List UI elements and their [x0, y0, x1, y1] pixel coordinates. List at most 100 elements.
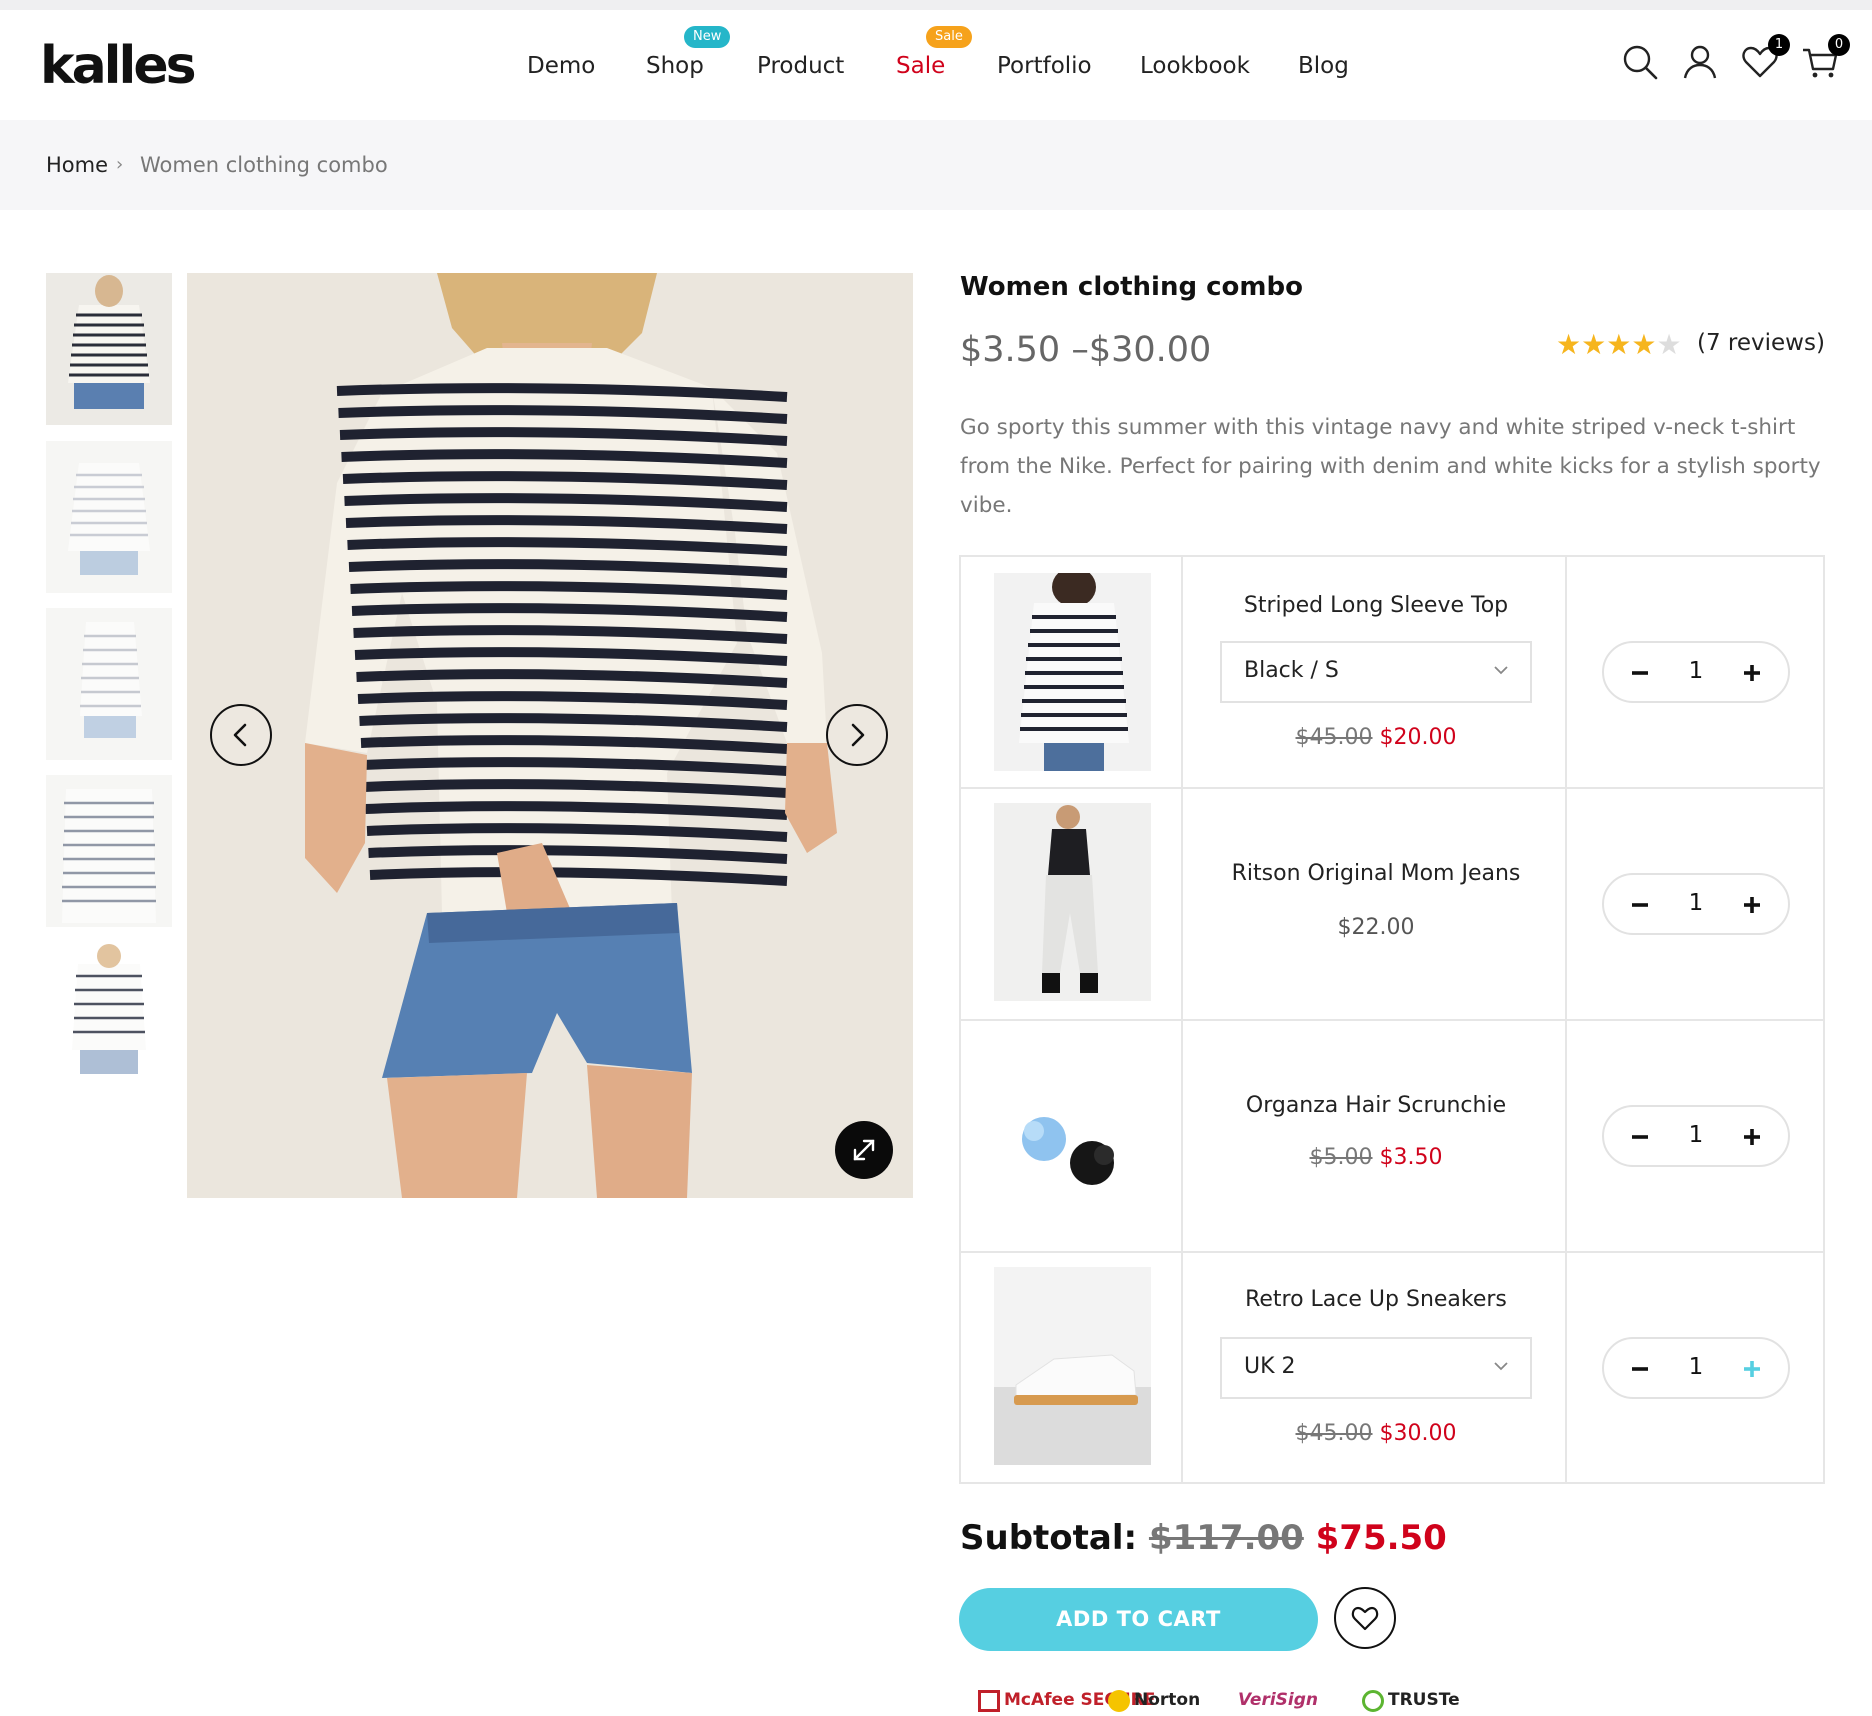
item-image[interactable]	[994, 803, 1151, 1001]
account-icon[interactable]	[1680, 42, 1720, 82]
trust-badge-label: TRUSTe	[1388, 1690, 1460, 1710]
chevron-down-icon	[1494, 1362, 1508, 1371]
cart-icon[interactable]: 0	[1800, 34, 1850, 82]
logo[interactable]: kalles	[40, 36, 197, 96]
plus-button[interactable]	[1730, 1347, 1774, 1391]
thumbnail-3[interactable]	[46, 608, 172, 760]
quantity-value[interactable]: 1	[1668, 890, 1724, 916]
breadcrumb: Home › Women clothing combo	[0, 120, 1872, 210]
sale-price: $3.50	[1379, 1145, 1443, 1170]
thumbnail-1[interactable]	[46, 273, 172, 425]
mcafee-logo-icon	[978, 1690, 1000, 1712]
breadcrumb-separator: ›	[116, 154, 124, 175]
item-image[interactable]	[994, 573, 1151, 771]
old-price: $5.00	[1309, 1145, 1373, 1170]
item-name: Ritson Original Mom Jeans	[1231, 861, 1521, 886]
subtotal-new: $75.50	[1315, 1518, 1447, 1558]
item-price: $45.00 $30.00	[1185, 1421, 1567, 1446]
nav-lookbook[interactable]: Lookbook	[1140, 50, 1250, 82]
quantity-stepper: 1	[1602, 1337, 1790, 1399]
thumbnail-4[interactable]	[46, 775, 172, 927]
chevron-down-icon	[1494, 666, 1508, 675]
divider	[1181, 1253, 1183, 1482]
variant-select[interactable]: Black / S	[1220, 641, 1532, 703]
item-image[interactable]	[994, 1267, 1151, 1465]
add-to-cart-button[interactable]: ADD TO CART	[959, 1588, 1318, 1651]
prev-image-button[interactable]	[210, 704, 272, 766]
trust-badge-truste: TRUSTe	[1362, 1690, 1460, 1716]
sale-price: $20.00	[1379, 725, 1457, 750]
old-price: $45.00	[1295, 725, 1373, 750]
size-select[interactable]: UK 2	[1220, 1337, 1532, 1399]
thumbnail-2[interactable]	[46, 441, 172, 593]
norton-check-icon	[1108, 1690, 1130, 1712]
price-range: $3.50 –$30.00	[960, 330, 1212, 370]
plus-button[interactable]	[1730, 883, 1774, 927]
search-icon[interactable]	[1620, 42, 1660, 82]
breadcrumb-home[interactable]: Home	[46, 152, 108, 178]
trust-badge-label: Norton	[1134, 1690, 1201, 1710]
quantity-stepper: 1	[1602, 1105, 1790, 1167]
combo-row: Retro Lace Up Sneakers UK 2 $45.00 $30.0…	[961, 1253, 1823, 1482]
divider	[1181, 789, 1183, 1019]
subtotal-label: Subtotal:	[960, 1518, 1138, 1558]
plus-button[interactable]	[1730, 651, 1774, 695]
main-product-image[interactable]	[187, 273, 913, 1198]
nav-product[interactable]: Product	[757, 50, 844, 82]
nav-shop[interactable]: Shop New	[646, 26, 731, 82]
nav-portfolio[interactable]: Portfolio	[997, 50, 1092, 82]
item-price: $22.00	[1185, 915, 1567, 940]
item-name: Retro Lace Up Sneakers	[1245, 1287, 1507, 1312]
next-image-button[interactable]	[826, 704, 888, 766]
quantity-value[interactable]: 1	[1668, 658, 1724, 684]
divider	[1565, 789, 1567, 1019]
nav-blog[interactable]: Blog	[1298, 50, 1349, 82]
quantity-value[interactable]: 1	[1668, 1122, 1724, 1148]
item-price: $5.00 $3.50	[1185, 1145, 1567, 1170]
sale-badge: Sale	[926, 26, 972, 48]
nav-sale-label: Sale	[896, 53, 946, 79]
trust-badge-label: VeriSign	[1238, 1690, 1319, 1710]
top-strip	[0, 0, 1872, 10]
minus-button[interactable]	[1618, 1115, 1662, 1159]
add-to-wishlist-button[interactable]	[1334, 1587, 1396, 1649]
minus-button[interactable]	[1618, 883, 1662, 927]
size-value: UK 2	[1244, 1354, 1296, 1379]
nav-shop-label: Shop	[646, 53, 704, 79]
quantity-stepper: 1	[1602, 873, 1790, 935]
reviews-link[interactable]: (7 reviews)	[1697, 330, 1825, 356]
star-icon: ★	[1556, 328, 1582, 361]
star-icon: ★	[1631, 328, 1657, 361]
combo-table: Striped Long Sleeve Top Black / S $45.00…	[959, 555, 1825, 1484]
subtotal: Subtotal: $117.00 $75.50	[960, 1518, 1447, 1558]
item-name: Striped Long Sleeve Top	[1243, 593, 1509, 618]
divider	[1181, 557, 1183, 787]
rating-stars: ★★★★★	[1556, 330, 1682, 360]
item-image[interactable]	[994, 1035, 1151, 1233]
minus-button[interactable]	[1618, 1347, 1662, 1391]
trust-badge-norton: Norton	[1108, 1690, 1200, 1716]
minus-button[interactable]	[1618, 651, 1662, 695]
star-icon: ★	[1581, 328, 1607, 361]
combo-row: Ritson Original Mom Jeans $22.00 1	[961, 789, 1823, 1021]
site-header: kalles Demo Shop New Product Sale Sale P…	[0, 10, 1872, 120]
zoom-icon[interactable]	[835, 1121, 893, 1179]
wishlist-icon[interactable]: 1	[1740, 34, 1790, 82]
quantity-value[interactable]: 1	[1668, 1354, 1724, 1380]
divider	[1181, 1021, 1183, 1251]
truste-logo-icon	[1362, 1690, 1384, 1712]
trust-badge-verisign: VeriSign	[1238, 1690, 1318, 1716]
star-icon: ★	[1606, 328, 1632, 361]
item-name: Organza Hair Scrunchie	[1245, 1093, 1507, 1118]
subtotal-old: $117.00	[1148, 1518, 1304, 1558]
nav-demo[interactable]: Demo	[527, 50, 595, 82]
variant-value: Black / S	[1244, 658, 1339, 683]
item-price: $45.00 $20.00	[1185, 725, 1567, 750]
product-title: Women clothing combo	[960, 272, 1303, 302]
cart-count: 0	[1828, 34, 1850, 56]
plus-button[interactable]	[1730, 1115, 1774, 1159]
sale-price: $30.00	[1379, 1421, 1457, 1446]
product-description: Go sporty this summer with this vintage …	[960, 415, 1821, 518]
thumbnail-5[interactable]	[46, 942, 172, 1094]
nav-sale[interactable]: Sale Sale	[896, 26, 972, 82]
